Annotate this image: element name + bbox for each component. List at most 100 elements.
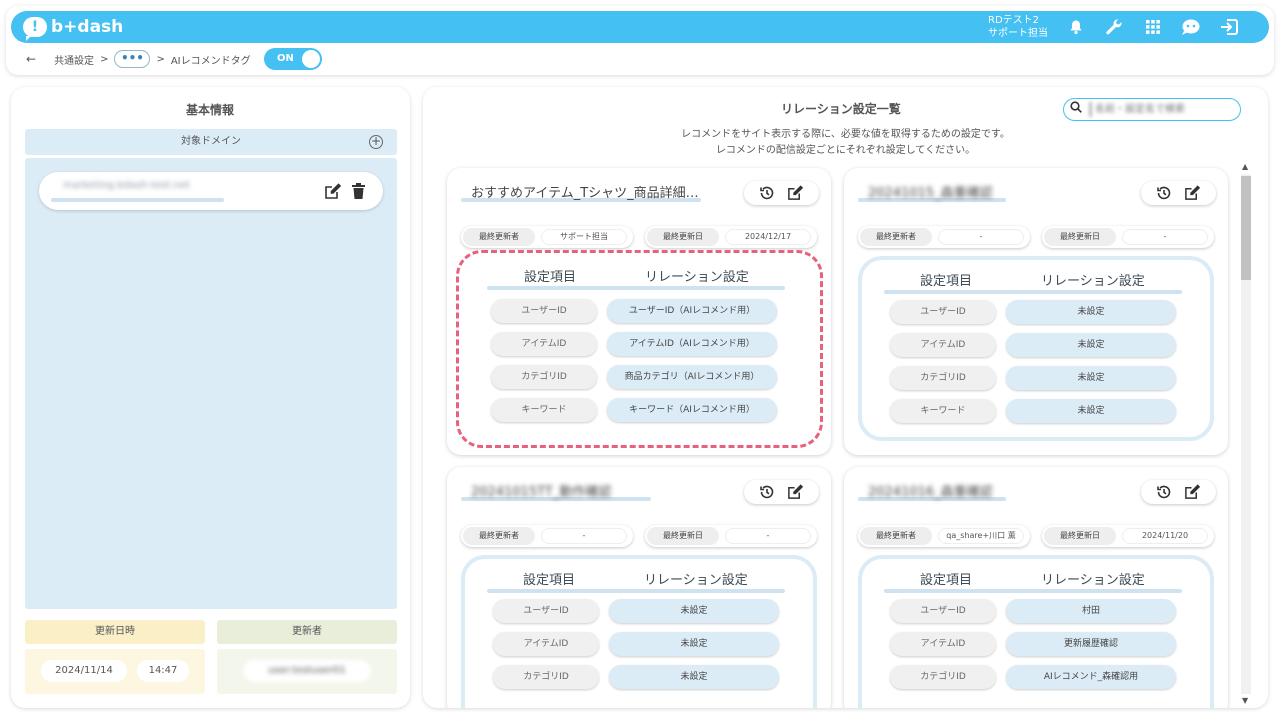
last-updater-pill: 最終更新者 - [461, 525, 633, 547]
relation-value[interactable]: 未設定 [1006, 300, 1176, 324]
edit-card-icon[interactable] [787, 185, 804, 204]
relation-value[interactable]: 未設定 [609, 665, 779, 689]
target-domain-header: 対象ドメイン + [25, 129, 397, 155]
last-updater-pill: 最終更新者 サポート担当 [461, 226, 633, 248]
updated-by-header: 更新者 [217, 620, 397, 644]
app-logo[interactable]: ! b+dash [23, 15, 123, 41]
relation-value[interactable]: 商品カテゴリ（AIレコメンド用） [607, 365, 777, 389]
edit-domain-icon[interactable] [324, 183, 342, 203]
last-updated-value: - [1122, 229, 1208, 245]
last-updated-pill: 最終更新日 - [645, 525, 817, 547]
col-setting-item: 設定項目 [920, 573, 973, 588]
relation-key: カテゴリID [890, 665, 996, 689]
chat-bot-icon[interactable] [1181, 17, 1201, 37]
breadcrumb-common-settings[interactable]: 共通設定 [54, 52, 94, 67]
add-domain-icon[interactable]: + [369, 135, 383, 149]
relation-card: 20241015TT_動作確認 最終更新者 - 最終更新日 - 設定項目 リレー… [447, 467, 831, 708]
relation-value[interactable]: 未設定 [1006, 366, 1176, 390]
scroll-up-icon[interactable]: ▲ [1242, 162, 1248, 171]
user-org: RDテスト2 [988, 15, 1040, 26]
relation-value[interactable]: キーワード（AIレコメンド用） [607, 398, 777, 422]
logo-bubble-icon: ! [23, 17, 47, 41]
enable-toggle[interactable]: ON [264, 48, 322, 70]
relation-key: カテゴリID [491, 365, 597, 389]
last-updated-value: 2024/11/20 [1122, 528, 1208, 544]
last-updater-value: - [541, 528, 627, 544]
relation-card: 20241015_森重確認 最終更新者 - 最終更新日 - 設定項目 リレーショ… [844, 168, 1228, 455]
edit-card-icon[interactable] [1184, 484, 1201, 503]
last-updater-value: - [938, 229, 1024, 245]
relation-key: カテゴリID [890, 366, 996, 390]
last-updater-label: 最終更新者 [860, 527, 932, 545]
relation-key: ユーザーID [493, 599, 599, 623]
col-setting-item: 設定項目 [920, 274, 973, 289]
search-box[interactable] [1063, 98, 1241, 121]
relation-value[interactable]: 未設定 [1006, 333, 1176, 357]
last-updater-label: 最終更新者 [860, 228, 932, 246]
description-line2: レコメンドの配信設定ごとにそれぞれ設定してください。 [715, 145, 976, 156]
card-title: 20241015_森重確認 [868, 186, 993, 201]
grid-icon[interactable] [1143, 17, 1163, 37]
relation-value[interactable]: AIレコメンド_森確認用 [1006, 665, 1176, 689]
relation-key: アイテムID [493, 632, 599, 656]
col-setting-item: 設定項目 [524, 270, 577, 285]
back-arrow-icon[interactable]: ← [26, 52, 36, 66]
domain-list: marketing.bdash-test.net [25, 158, 397, 609]
scroll-down-icon[interactable]: ▼ [1242, 696, 1248, 705]
edit-card-icon[interactable] [1184, 185, 1201, 204]
relation-key: アイテムID [890, 333, 996, 357]
relation-key: アイテムID [890, 632, 996, 656]
breadcrumb-separator: > [100, 53, 109, 65]
breadcrumb-current: AIレコメンドタグ [170, 55, 251, 67]
wrench-icon[interactable] [1104, 17, 1124, 37]
history-icon[interactable] [1156, 484, 1172, 503]
relation-card: おすすめアイテム_Tシャツ_商品詳細… 最終更新者 サポート担当 最終更新日 2… [447, 168, 831, 455]
toggle-label: ON [277, 53, 294, 64]
relation-value[interactable]: アイテムID（AIレコメンド用） [607, 332, 777, 356]
card-actions [744, 480, 819, 504]
last-updated-label: 最終更新日 [647, 527, 719, 545]
updated-time: 14:47 [137, 660, 189, 682]
history-icon[interactable] [1156, 185, 1172, 204]
last-updater-label: 最終更新者 [463, 228, 535, 246]
relation-value[interactable]: 未設定 [1006, 399, 1176, 423]
scrollbar[interactable]: ▲ ▼ [1241, 162, 1251, 706]
toggle-knob [302, 50, 320, 68]
col-relation-setting: リレーション設定 [1041, 573, 1145, 588]
col-relation-setting: リレーション設定 [645, 270, 749, 285]
col-setting-item: 設定項目 [523, 573, 576, 588]
card-title: 20241016_森重確認 [868, 485, 993, 500]
relation-value[interactable]: 村田 [1006, 599, 1176, 623]
relation-value[interactable]: 更新履歴確認 [1006, 632, 1176, 656]
relation-table: 設定項目 リレーション設定 ユーザーID 未設定 アイテムID 未設定 カテゴリ… [858, 256, 1214, 441]
relation-key: ユーザーID [890, 300, 996, 324]
last-updater-value: qa_share+川口 薫 [938, 528, 1024, 544]
breadcrumb-ellipsis-button[interactable]: ••• [114, 50, 151, 68]
user-info[interactable]: RDテスト2 サポート担当 [988, 14, 1048, 40]
card-actions [1141, 181, 1216, 205]
card-title: おすすめアイテム_Tシャツ_商品詳細… [471, 186, 699, 201]
bell-icon[interactable] [1066, 17, 1086, 37]
search-input[interactable] [1090, 102, 1235, 117]
description-line1: レコメンドをサイト表示する際に、必要な値を取得するための設定です。 [681, 129, 1010, 140]
table-header-line [884, 589, 1182, 593]
col-relation-setting: リレーション設定 [644, 573, 748, 588]
relation-value[interactable]: 未設定 [609, 632, 779, 656]
relation-value[interactable]: 未設定 [609, 599, 779, 623]
history-icon[interactable] [759, 185, 775, 204]
last-updated-label: 最終更新日 [647, 228, 719, 246]
search-icon [1070, 101, 1082, 116]
logout-icon[interactable] [1219, 17, 1239, 37]
delete-domain-icon[interactable] [352, 183, 365, 202]
edit-card-icon[interactable] [787, 484, 804, 503]
card-title: 20241015TT_動作確認 [471, 485, 612, 500]
relation-key: アイテムID [491, 332, 597, 356]
basic-info-title: 基本情報 [182, 101, 239, 119]
scrollbar-thumb[interactable] [1241, 176, 1251, 280]
relation-value[interactable]: ユーザーID（AIレコメンド用） [607, 299, 777, 323]
relation-card: 20241016_森重確認 最終更新者 qa_share+川口 薫 最終更新日 … [844, 467, 1228, 708]
last-updated-value: 2024/12/17 [725, 229, 811, 245]
relation-settings-panel: リレーション設定一覧 レコメンドをサイト表示する際に、必要な値を取得するための設… [423, 87, 1268, 708]
history-icon[interactable] [759, 484, 775, 503]
relation-table: 設定項目 リレーション設定 ユーザーID 未設定 アイテムID 未設定 カテゴリ… [461, 555, 817, 708]
